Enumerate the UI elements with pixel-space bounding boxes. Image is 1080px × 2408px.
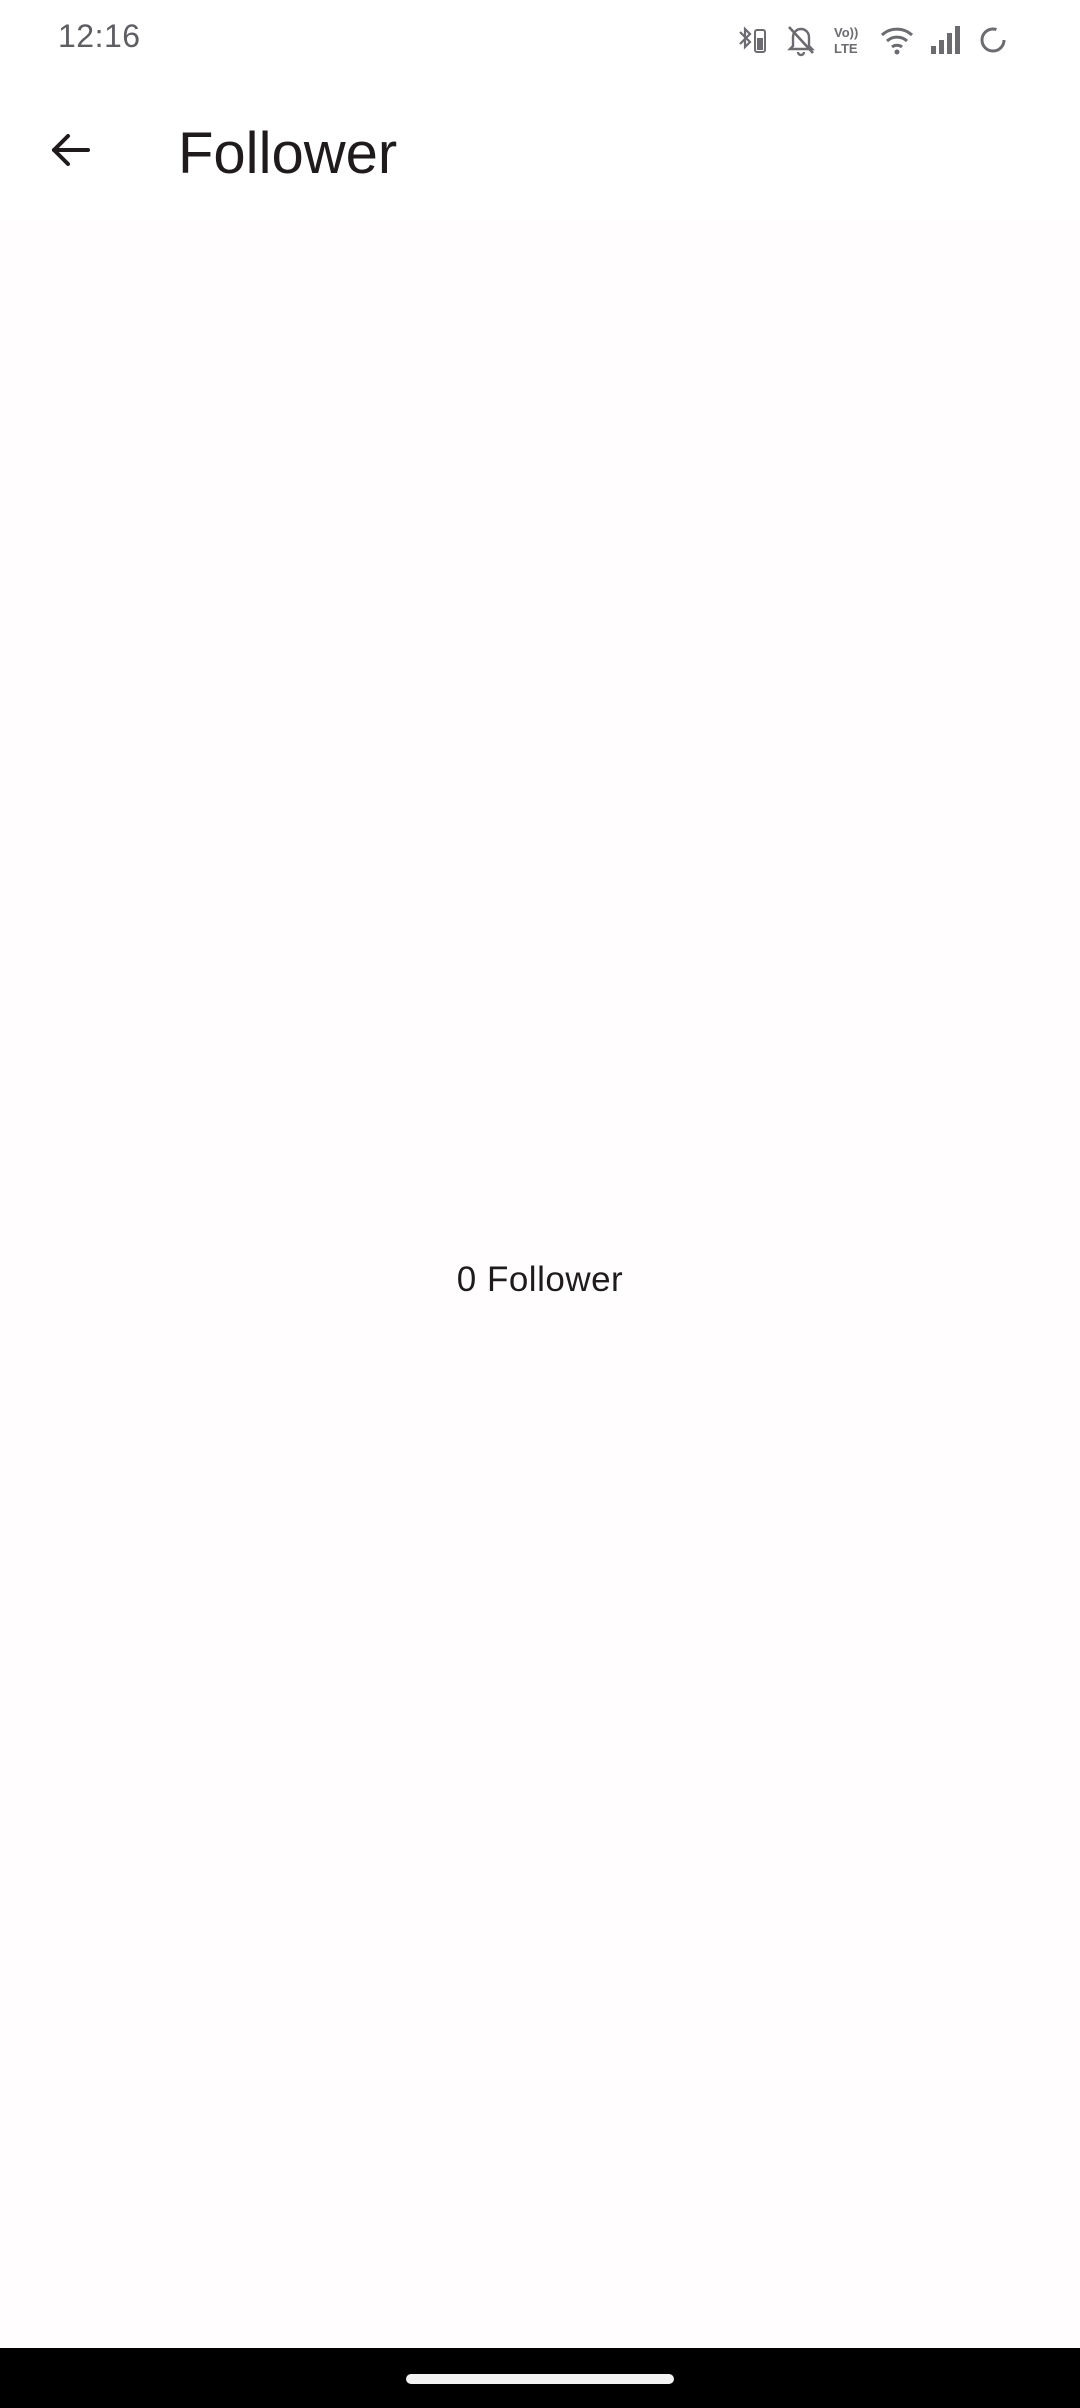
status-bar: 12:16 Vo)) LTE <box>0 0 1080 80</box>
page-title: Follower <box>178 121 398 186</box>
home-indicator[interactable] <box>406 2374 674 2384</box>
arrow-back-icon <box>52 134 90 166</box>
follower-screen: 12:16 Vo)) LTE Follower 0 Follower <box>0 0 1080 2408</box>
bluetooth-battery-icon <box>739 26 766 53</box>
status-time: 12:16 <box>58 18 141 54</box>
svg-text:Vo)): Vo)) <box>834 25 858 40</box>
empty-state-message: 0 Follower <box>456 1260 624 1299</box>
signal-icon <box>931 26 960 54</box>
system-navigation-bar <box>0 2348 1080 2408</box>
wifi-icon <box>880 27 914 55</box>
back-button[interactable] <box>28 108 112 192</box>
follower-list[interactable]: 0 Follower <box>0 220 1080 2348</box>
loading-icon <box>980 27 1006 53</box>
svg-text:LTE: LTE <box>834 41 858 56</box>
status-icons: Vo)) LTE <box>736 20 1010 60</box>
volte-icon: Vo)) LTE <box>834 25 858 56</box>
bell-off-icon <box>787 26 815 57</box>
app-bar: Follower <box>0 80 1080 220</box>
